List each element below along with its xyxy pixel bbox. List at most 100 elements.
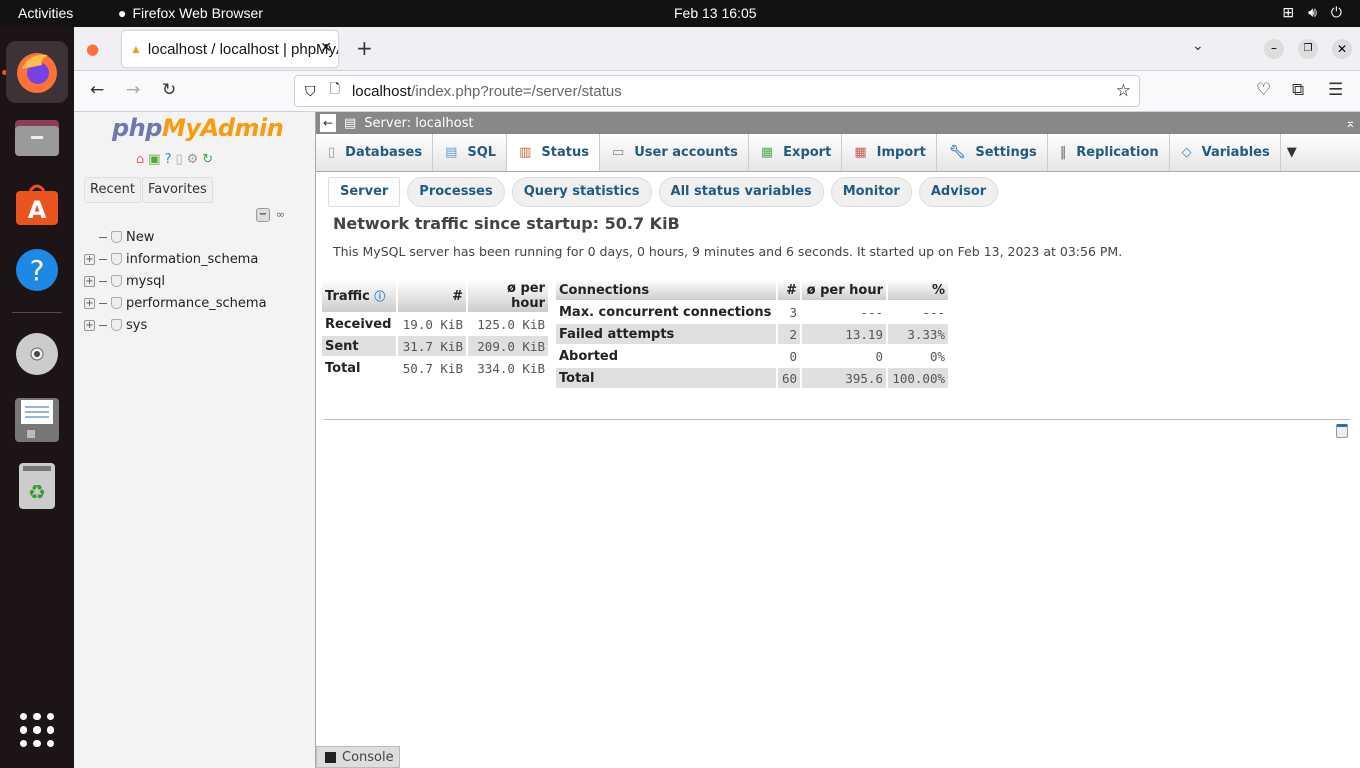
wrench-icon: 🔧︎ [948, 145, 966, 160]
dock-help[interactable]: ? [6, 239, 68, 301]
help-icon[interactable]: ? [165, 152, 172, 167]
import-icon: ▦ [854, 145, 867, 160]
list-tabs-icon[interactable]: ⌄ [1192, 38, 1204, 54]
tab-user-accounts[interactable]: ▭ User accounts [600, 134, 749, 171]
tab-title: localhost / localhost | phpMyAdmin [147, 40, 338, 58]
svg-text:♻: ♻ [28, 480, 46, 504]
floppy-icon [15, 398, 59, 442]
dvd-icon [16, 333, 58, 375]
subtab-processes[interactable]: Processes [407, 177, 505, 207]
dock-save[interactable] [6, 389, 68, 451]
tab-databases[interactable]: ▯ Databases [316, 134, 434, 171]
tree-item-db[interactable]: + sys [84, 314, 267, 336]
tree-item-db[interactable]: + information_schema [84, 248, 267, 270]
maximize-button[interactable]: ❐ [1298, 39, 1318, 59]
minimize-button[interactable]: – [1264, 39, 1284, 59]
reload-button[interactable]: ↻ [162, 80, 176, 100]
tab-status[interactable]: ▥ Status [507, 134, 600, 171]
pma-favicon: ▲ [130, 42, 142, 56]
tab-sql[interactable]: ▤ SQL [433, 134, 508, 171]
expand-icon[interactable]: + [84, 319, 95, 331]
subtab-server[interactable]: Server [328, 177, 401, 207]
dock-dvd[interactable] [6, 323, 68, 385]
caret-down-icon: ▼ [1286, 145, 1297, 160]
subtab-monitor[interactable]: Monitor [830, 177, 912, 207]
system-tray[interactable]: ⊞ 🔊︎ ⏻ [1282, 4, 1342, 21]
tab-import[interactable]: ▦ Import [842, 134, 937, 171]
subtab-advisor[interactable]: Advisor [918, 177, 999, 207]
new-tab-button[interactable]: + [356, 36, 373, 60]
bookmark-star-icon[interactable]: ☆ [1116, 81, 1131, 101]
sql-icon: ▤ [445, 145, 458, 160]
docs-icon[interactable]: ▯ [175, 152, 182, 167]
expand-icon[interactable]: + [84, 297, 95, 309]
tree-item-new[interactable]: New [84, 226, 267, 248]
subtab-query-statistics[interactable]: Query statistics [511, 177, 652, 207]
extensions-icon[interactable]: ⧉ [1292, 80, 1304, 100]
column-header: % [888, 280, 948, 300]
link-icon[interactable]: ∞ [276, 208, 285, 221]
console-button[interactable]: Console [316, 746, 400, 768]
pocket-icon[interactable]: ♡ [1256, 80, 1271, 100]
table-row: Total 50.7 KiB 334.0 KiB [325, 360, 545, 376]
app-center-icon: A [16, 184, 58, 225]
collapse-nav-arrow[interactable]: ← [320, 114, 336, 132]
more-menu-button[interactable]: ▼ [1281, 134, 1303, 171]
app-menu[interactable]: ● Firefox Web Browser [118, 5, 263, 21]
browser-tab[interactable]: ▲ localhost / localhost | phpMyAdmin ✕ [122, 31, 338, 67]
collapse-all-icon[interactable]: − [256, 208, 270, 222]
close-tab-icon[interactable]: ✕ [320, 39, 332, 56]
column-header: ø per hour [802, 280, 886, 300]
logout-icon[interactable]: ▣ [148, 152, 160, 167]
dock-app-center[interactable]: A [6, 173, 68, 235]
phpmyadmin-logo[interactable]: phpMyAdmin [112, 114, 284, 142]
nav-icons: ⌂ ▣ ? ▯ ⚙ ↻ [136, 152, 213, 167]
menu-icon[interactable]: ☰ [1328, 80, 1343, 100]
dock-trash[interactable]: ♻ [6, 455, 68, 517]
activities-button[interactable]: Activities [18, 5, 73, 21]
tab-replication[interactable]: ‖ Replication [1048, 134, 1170, 171]
help-icon[interactable]: ⓘ [374, 290, 385, 303]
database-icon [111, 319, 122, 331]
collapse-top-icon[interactable]: ⌅ [1345, 116, 1356, 131]
favorites-button[interactable]: Favorites [142, 177, 213, 203]
dock-firefox[interactable] [6, 41, 68, 103]
tab-export[interactable]: ▦ Export [749, 134, 843, 171]
url-bar[interactable]: ⛉ 🗋 localhost/index.php?route=/server/st… [294, 75, 1140, 107]
tab-settings[interactable]: 🔧︎ Settings [937, 134, 1048, 171]
tree-item-db[interactable]: + mysql [84, 270, 267, 292]
reload-nav-icon[interactable]: ↻ [202, 152, 213, 167]
back-button[interactable]: ← [90, 80, 104, 100]
subtab-all-status-variables[interactable]: All status variables [658, 177, 824, 207]
server-label[interactable]: Server: localhost [364, 116, 473, 131]
expand-icon[interactable]: + [84, 253, 95, 265]
show-apps-button[interactable] [20, 713, 54, 747]
status-icon: ▥ [519, 144, 532, 160]
url-path: /index.php?route=/server/status [411, 82, 622, 100]
volume-icon: 🔊︎ [1308, 4, 1317, 20]
settings-icon[interactable]: ⚙ [187, 152, 199, 167]
recent-button[interactable]: Recent [84, 177, 141, 203]
table-row: Failed attempts 2 13.19 3.33% [556, 324, 948, 344]
forward-button[interactable]: → [126, 80, 140, 100]
tree-item-db[interactable]: + performance_schema [84, 292, 267, 314]
connections-table: Connections # ø per hour % Max. concurre… [554, 278, 950, 390]
clock[interactable]: Feb 13 16:05 [674, 5, 757, 21]
close-window-button[interactable]: ✕ [1332, 39, 1352, 59]
dock-separator [12, 312, 62, 313]
home-icon[interactable]: ⌂ [136, 152, 144, 167]
database-icon [111, 275, 122, 287]
page-settings-icon[interactable] [1336, 424, 1348, 438]
column-header: ø per hour [468, 280, 548, 312]
page-icon[interactable]: 🗋 [330, 80, 340, 102]
server-icon: ▤ [344, 115, 357, 131]
expand-icon[interactable]: + [84, 275, 95, 287]
top-menu: ▯ Databases ▤ SQL ▥ Status ▭ User accounts ▦… [316, 134, 1360, 172]
dock-files[interactable] [6, 107, 68, 169]
shield-icon[interactable]: ⛉ [305, 83, 316, 100]
tab-variables[interactable]: ◇ Variables [1170, 134, 1281, 171]
server-breadcrumb: ← ▤ Server: localhost ⌅ [316, 112, 1360, 134]
table-row: Sent 31.7 KiB 209.0 KiB [322, 336, 548, 356]
pma-navigation-panel: phpMyAdmin ⌂ ▣ ? ▯ ⚙ ↻ Recent Favorites … [74, 112, 316, 768]
firefox-view-icon[interactable]: ● [86, 40, 99, 58]
